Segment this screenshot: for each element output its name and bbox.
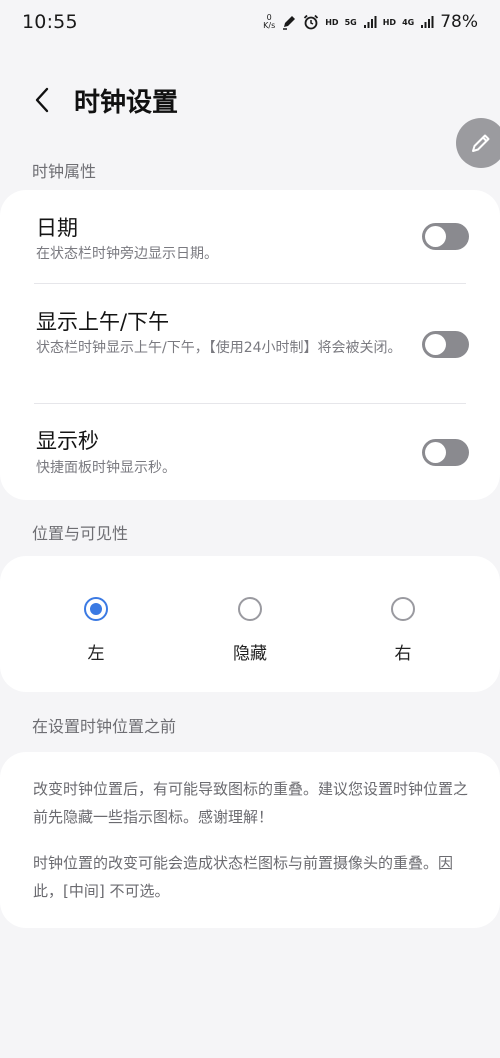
radio-label-left: 左 [87, 644, 105, 664]
radio-label-hidden: 隐藏 [233, 644, 267, 664]
pen-icon [281, 14, 297, 30]
signal-icon [363, 15, 377, 29]
app-header: 时钟设置 [0, 72, 500, 128]
radio-dot [90, 603, 102, 615]
toggle-ampm[interactable] [422, 331, 469, 358]
setting-desc-date: 在状态栏时钟旁边显示日期。 [36, 246, 218, 262]
signal-icon [420, 15, 434, 29]
status-bar: 10:55 0 K/s HD 5G HD 4G 78% [0, 0, 500, 44]
info-card: 改变时钟位置后，有可能导致图标的重叠。建议您设置时钟位置之前先隐藏一些指示图标。… [0, 752, 500, 928]
radio-option-left[interactable]: 左 [36, 597, 156, 664]
pencil-icon [472, 134, 490, 152]
network-type-2: 4G [402, 17, 415, 27]
battery-level: 78% [440, 12, 478, 32]
info-paragraph-1: 改变时钟位置后，有可能导致图标的重叠。建议您设置时钟位置之前先隐藏一些指示图标。… [33, 780, 469, 826]
setting-row-ampm[interactable]: 显示上午/下午 状态栏时钟显示上午/下午，【使用24小时制】将会被关闭。 [0, 284, 500, 404]
radio-button-left[interactable] [84, 597, 108, 621]
setting-desc-ampm: 状态栏时钟显示上午/下午，【使用24小时制】将会被关闭。 [36, 340, 402, 356]
section-header-before-setting: 在设置时钟位置之前 [32, 717, 177, 736]
setting-row-date[interactable]: 日期 在状态栏时钟旁边显示日期。 [0, 190, 500, 284]
section-header-clock-properties: 时钟属性 [32, 162, 97, 181]
setting-title-ampm: 显示上午/下午 [36, 310, 170, 334]
toggle-knob [425, 442, 446, 463]
alarm-icon [303, 14, 319, 30]
setting-title-seconds: 显示秒 [36, 429, 99, 453]
radio-option-hidden[interactable]: 隐藏 [190, 597, 310, 664]
toggle-knob [425, 226, 446, 247]
network-speed-unit: K/s [263, 21, 276, 30]
toggle-date[interactable] [422, 223, 469, 250]
status-icons: 0 K/s HD 5G HD 4G 78% [263, 12, 478, 32]
network-speed: 0 K/s [263, 14, 275, 30]
setting-desc-seconds: 快捷面板时钟显示秒。 [36, 460, 176, 476]
radio-button-right[interactable] [391, 597, 415, 621]
setting-row-seconds[interactable]: 显示秒 快捷面板时钟显示秒。 [0, 404, 500, 500]
status-time: 10:55 [22, 11, 78, 33]
radio-option-right[interactable]: 右 [343, 597, 463, 664]
section-header-position: 位置与可见性 [32, 524, 129, 543]
back-button[interactable] [26, 80, 58, 120]
toggle-seconds[interactable] [422, 439, 469, 466]
page-title: 时钟设置 [74, 87, 179, 118]
setting-title-date: 日期 [36, 216, 78, 240]
network-type-1: 5G [344, 17, 357, 27]
position-card: 左 隐藏 右 [0, 556, 500, 692]
clock-properties-card: 日期 在状态栏时钟旁边显示日期。 显示上午/下午 状态栏时钟显示上午/下午，【使… [0, 190, 500, 500]
edit-button[interactable] [456, 118, 500, 168]
hd-badge-1: HD [325, 17, 339, 27]
toggle-knob [425, 334, 446, 355]
radio-label-right: 右 [394, 644, 412, 664]
info-paragraph-2: 时钟位置的改变可能会造成状态栏图标与前置摄像头的重叠。因此，[中间] 不可选。 [33, 854, 454, 900]
chevron-left-icon [35, 87, 49, 113]
hd-badge-2: HD [382, 17, 397, 27]
radio-button-hidden[interactable] [238, 597, 262, 621]
